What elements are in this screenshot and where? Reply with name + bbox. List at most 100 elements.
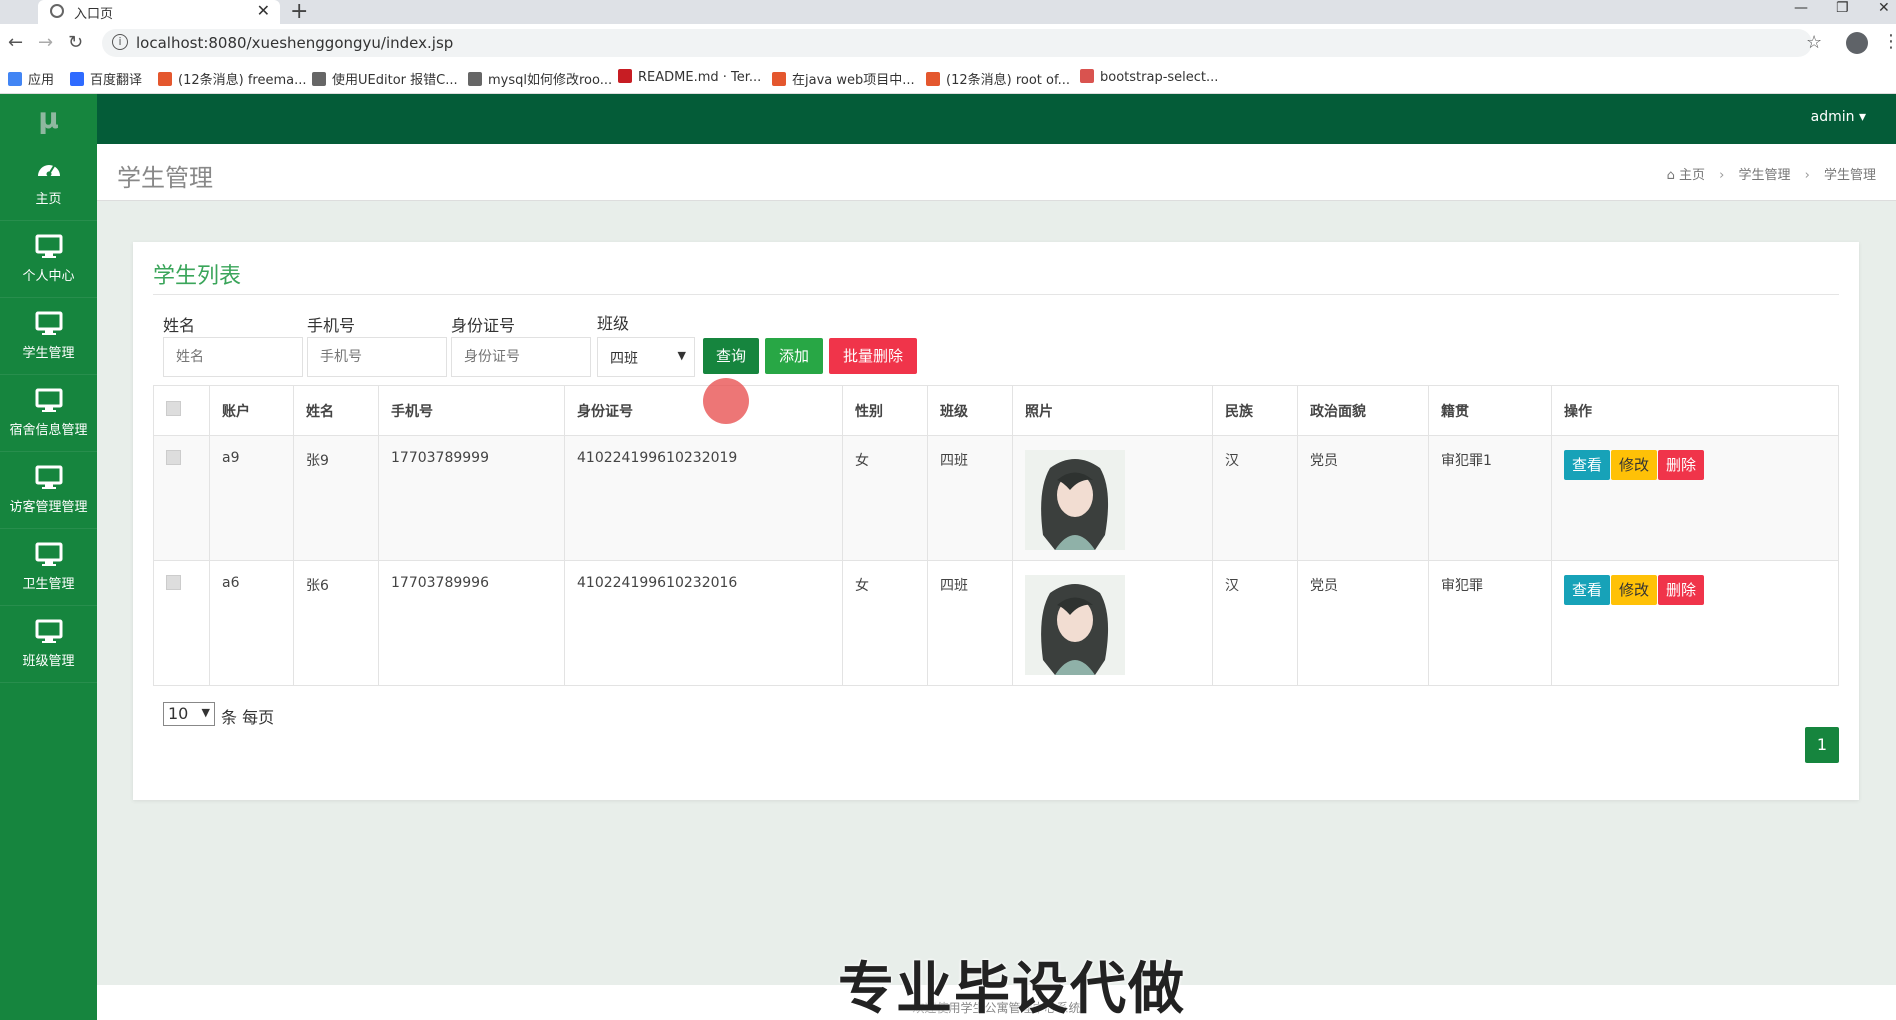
breadcrumb-section[interactable]: 学生管理 [1738, 168, 1790, 183]
monitor-icon [35, 310, 63, 338]
forward-icon[interactable]: → [38, 32, 53, 53]
view-button[interactable]: 查看 [1564, 575, 1611, 605]
sidebar-item-1[interactable]: 个人中心 [0, 221, 97, 298]
name-value: 张9 [306, 453, 329, 469]
chevron-down-icon: ▼ [201, 706, 210, 719]
class-value: 四班 [940, 578, 968, 594]
sidebar-item-5[interactable]: 卫生管理 [0, 529, 97, 606]
batch-delete-button[interactable]: 批量删除 [829, 338, 917, 374]
info-icon[interactable]: i [112, 34, 128, 50]
name-label: 姓名 [163, 316, 196, 335]
idcard-input[interactable] [451, 337, 591, 377]
select-all-checkbox[interactable] [166, 401, 181, 416]
chevron-down-icon: ▼ [677, 349, 686, 362]
view-button[interactable]: 查看 [1564, 450, 1611, 480]
col-class[interactable]: 班级 [927, 385, 1013, 436]
breadcrumb-separator: › [1804, 168, 1810, 183]
bookmark-favicon-icon [772, 72, 786, 86]
url-field[interactable]: i localhost:8080/xueshenggongyu/index.js… [102, 29, 1812, 57]
bookmark-item[interactable]: (12条消息) root of... [926, 69, 1070, 88]
row-select-cell [153, 435, 210, 561]
cell-actions: 查看 修改 删除 [1551, 560, 1839, 686]
user-menu[interactable]: admin ▾ [1811, 109, 1866, 125]
idcard-value: 410224199610232019 [577, 450, 738, 466]
row-checkbox[interactable] [166, 575, 181, 590]
back-icon[interactable]: ← [8, 32, 23, 53]
row-checkbox[interactable] [166, 450, 181, 465]
bookmark-item[interactable]: 百度翻译 [70, 69, 142, 88]
sidebar-item-3[interactable]: 宿舍信息管理 [0, 375, 97, 452]
sidebar-item-6[interactable]: 班级管理 [0, 606, 97, 683]
col-gender[interactable]: 性别 [842, 385, 928, 436]
delete-button[interactable]: 删除 [1658, 575, 1705, 605]
search-button[interactable]: 查询 [703, 338, 759, 374]
edit-button[interactable]: 修改 [1611, 575, 1658, 605]
bookmark-item[interactable]: (12条消息) freema... [158, 69, 306, 88]
breadcrumb-home[interactable]: 主页 [1679, 168, 1705, 183]
bookmark-item[interactable]: 在java web项目中... [772, 69, 915, 88]
page-size-select[interactable]: 10 ▼ [163, 702, 215, 726]
reload-icon[interactable]: ↻ [68, 32, 83, 53]
col-photo[interactable]: 照片 [1012, 385, 1213, 436]
bookmark-label: README.md · Ter... [638, 70, 762, 85]
cell-idcard: 410224199610232016 [564, 560, 843, 686]
sidebar-item-0[interactable]: 主页 [0, 144, 97, 221]
col-account[interactable]: 账户 [209, 385, 294, 436]
add-button[interactable]: 添加 [765, 338, 823, 374]
student-photo [1025, 450, 1125, 550]
bookmark-favicon-icon [618, 69, 632, 83]
cell-name: 张6 [293, 560, 379, 686]
class-select[interactable]: 四班 ▼ [597, 337, 695, 377]
bookmark-star-icon[interactable]: ☆ [1806, 32, 1822, 53]
window-close-icon[interactable]: ✕ [1878, 0, 1890, 16]
sidebar-item-4[interactable]: 访客管理管理 [0, 452, 97, 529]
col-name[interactable]: 姓名 [293, 385, 379, 436]
page-size-value: 10 [168, 704, 189, 723]
gender-value: 女 [855, 453, 869, 469]
sidebar-item-2[interactable]: 学生管理 [0, 298, 97, 375]
delete-button[interactable]: 删除 [1658, 450, 1705, 480]
cell-class: 四班 [927, 435, 1013, 561]
tab-close-icon[interactable]: ✕ [257, 1, 270, 20]
dashboard-icon [35, 156, 63, 184]
browser-tab[interactable]: 入口页 ✕ [38, 0, 280, 24]
phone-value: 17703789996 [391, 575, 489, 591]
monitor-icon [35, 387, 63, 415]
bookmark-favicon-icon [1080, 69, 1094, 83]
restore-icon[interactable]: ❐ [1836, 0, 1849, 16]
cell-photo [1012, 560, 1213, 686]
select-all-cell [153, 385, 210, 436]
col-hometown[interactable]: 籍贯 [1428, 385, 1552, 436]
cell-actions: 查看 修改 删除 [1551, 435, 1839, 561]
cell-class: 四班 [927, 560, 1013, 686]
click-indicator [703, 378, 749, 424]
sidebar-item-label: 班级管理 [22, 654, 75, 669]
minimize-icon[interactable]: — [1794, 0, 1808, 16]
class-select-value: 四班 [610, 351, 638, 367]
bookmark-item[interactable]: mysql如何修改roo... [468, 69, 612, 88]
name-input[interactable] [163, 337, 303, 377]
bookmark-item[interactable]: 应用 [8, 69, 54, 88]
col-phone[interactable]: 手机号 [378, 385, 565, 436]
col-actions: 操作 [1551, 385, 1839, 436]
bookmark-item[interactable]: README.md · Ter... [618, 69, 761, 85]
logo: μ [38, 102, 59, 135]
bookmark-label: bootstrap-select... [1100, 70, 1219, 85]
cell-ethnicity: 汉 [1212, 435, 1298, 561]
url-text: localhost:8080/xueshenggongyu/index.jsp [136, 34, 454, 52]
table-row: a9 张9 17703789999 410224199610232019 女 四班 汉 党员 审… [153, 435, 1839, 561]
phone-input[interactable] [307, 337, 447, 377]
table-header-row: 账户 姓名 手机号 身份证号 性别 班级 照片 民族 政治面貌 籍贯 操作 [153, 385, 1839, 436]
page-button-current[interactable]: 1 [1805, 727, 1839, 763]
bookmark-item[interactable]: bootstrap-select... [1080, 69, 1218, 85]
col-ethnicity[interactable]: 民族 [1212, 385, 1298, 436]
profile-avatar-icon[interactable] [1846, 32, 1868, 54]
col-politics[interactable]: 政治面貌 [1297, 385, 1429, 436]
browser-menu-icon[interactable]: ⋮ [1882, 31, 1896, 52]
bookmark-item[interactable]: 使用UEditor 报错C... [312, 69, 458, 88]
account-value: a9 [222, 450, 240, 466]
cell-politics: 党员 [1297, 435, 1429, 561]
new-tab-icon[interactable]: + [290, 0, 308, 24]
phone-value: 17703789999 [391, 450, 489, 466]
edit-button[interactable]: 修改 [1611, 450, 1658, 480]
